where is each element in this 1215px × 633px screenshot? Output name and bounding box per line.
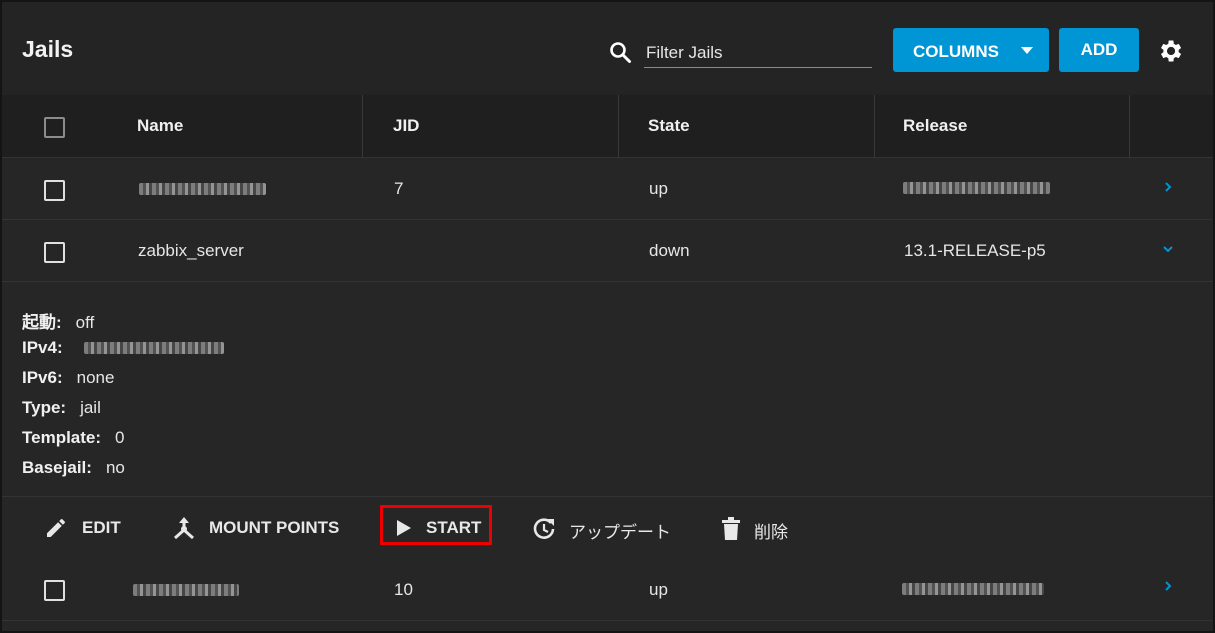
delete-button[interactable]: 削除 <box>720 497 800 559</box>
filter-jails-input[interactable] <box>644 39 872 68</box>
table-row[interactable]: 10 up <box>2 559 1213 621</box>
highlight-box <box>380 505 492 545</box>
detail-ipv4: IPv4: <box>22 338 77 358</box>
row-jid: 7 <box>394 179 404 198</box>
mount-points-button[interactable]: MOUNT POINTS <box>171 497 341 559</box>
detail-label: IPv6: <box>22 368 63 387</box>
page-title: Jails <box>22 36 74 62</box>
column-divider <box>362 95 363 157</box>
search-icon <box>610 42 631 63</box>
redacted-name <box>133 584 239 596</box>
merge-icon <box>174 517 194 540</box>
add-button[interactable]: ADD <box>1059 28 1139 72</box>
row-release: 13.1-RELEASE-p5 <box>904 241 1046 260</box>
column-divider <box>1129 95 1130 157</box>
detail-value: no <box>105 458 125 477</box>
table-row[interactable]: zabbix_server down 13.1-RELEASE-p5 <box>2 220 1213 282</box>
chevron-right-icon[interactable] <box>1161 180 1175 194</box>
detail-label: IPv4: <box>22 338 63 357</box>
column-divider <box>618 95 619 157</box>
columns-button[interactable]: COLUMNS <box>893 28 1049 72</box>
detail-value: none <box>76 368 115 387</box>
chevron-right-icon[interactable] <box>1161 579 1175 593</box>
header-state[interactable]: State <box>648 95 690 157</box>
detail-ipv6: IPv6: none <box>22 368 114 388</box>
table-row[interactable]: 7 up <box>2 158 1213 220</box>
detail-basejail: Basejail: no <box>22 458 125 478</box>
row-name: zabbix_server <box>138 241 244 260</box>
detail-value: jail <box>80 398 101 417</box>
detail-value: 0 <box>115 428 125 447</box>
redacted-name <box>139 183 266 195</box>
row-state: up <box>649 580 668 599</box>
detail-label: Basejail: <box>22 458 92 477</box>
jails-panel: Jails COLUMNS ADD Name JID State Release… <box>0 0 1215 633</box>
row-state: down <box>649 241 690 260</box>
trash-icon <box>722 517 740 540</box>
update-label: アップデート <box>569 523 671 542</box>
detail-label: Type: <box>22 398 67 417</box>
toolbar: Jails COLUMNS ADD <box>2 2 1213 96</box>
update-icon <box>533 518 555 539</box>
table-header: Name JID State Release <box>2 95 1213 158</box>
jail-details: 起動: off IPv4: IPv6: none Type: jail Templat… <box>2 282 1213 497</box>
mount-points-label: MOUNT POINTS <box>209 518 340 537</box>
delete-label: 削除 <box>754 523 788 542</box>
column-divider <box>874 95 875 157</box>
update-button[interactable]: アップデート <box>531 497 671 559</box>
gear-icon[interactable] <box>1156 37 1184 65</box>
redacted-release <box>903 182 1050 194</box>
redacted-release <box>902 583 1044 595</box>
jail-actions-bar: EDIT MOUNT POINTS START アップデート 削除 <box>2 497 1213 559</box>
edit-label: EDIT <box>82 518 121 537</box>
detail-autostart: 起動: off <box>22 308 94 333</box>
pencil-icon <box>47 519 65 537</box>
detail-type: Type: jail <box>22 398 101 418</box>
detail-value: off <box>75 313 95 332</box>
edit-button[interactable]: EDIT <box>44 497 124 559</box>
row-checkbox[interactable] <box>44 242 65 263</box>
row-jid: 10 <box>394 580 413 599</box>
caret-down-icon <box>1021 47 1033 54</box>
redacted-ipv4 <box>84 342 224 354</box>
columns-button-label: COLUMNS <box>913 42 999 61</box>
detail-template: Template: 0 <box>22 428 125 448</box>
header-name[interactable]: Name <box>137 95 183 157</box>
row-checkbox[interactable] <box>44 180 65 201</box>
select-all-checkbox[interactable] <box>44 117 65 138</box>
row-state: up <box>649 179 668 198</box>
detail-label: Template: <box>22 428 102 447</box>
row-checkbox[interactable] <box>44 580 65 601</box>
detail-label: 起動: <box>22 313 62 332</box>
header-release[interactable]: Release <box>903 95 967 157</box>
chevron-down-icon[interactable] <box>1161 242 1175 256</box>
header-jid[interactable]: JID <box>393 95 419 157</box>
